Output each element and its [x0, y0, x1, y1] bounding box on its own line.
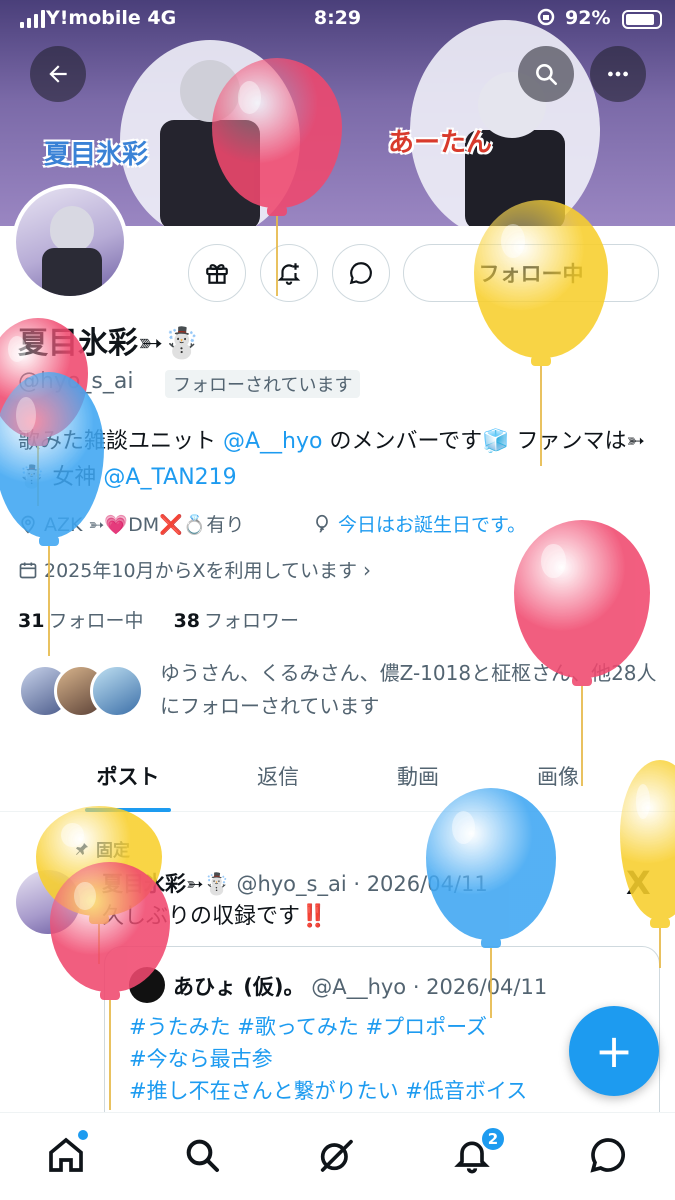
back-arrow-icon [49, 65, 67, 83]
hashtag-line[interactable]: #推し不在さんと繋がりたい #低音ボイス [129, 1075, 527, 1107]
search-icon [536, 64, 558, 86]
mutual-followers-avatars[interactable] [18, 664, 148, 720]
compose-button[interactable]: + [569, 1006, 659, 1096]
battery-percent: 92% [565, 7, 611, 29]
grok-icon [320, 1139, 353, 1172]
avatar-hair [50, 206, 94, 252]
birthday-row[interactable]: 今日はお誕生日です。 [312, 510, 526, 537]
message-icon [349, 262, 372, 285]
balloon [620, 760, 675, 972]
followers-label: フォロワー [204, 610, 300, 632]
home-icon [49, 1137, 83, 1172]
avatar-outfit [42, 248, 102, 296]
hashtag-line[interactable]: #今なら最古参 [129, 1043, 527, 1075]
followers-count: 38 [173, 610, 201, 632]
tab-posts[interactable]: ポスト [58, 740, 198, 812]
bio-mention-link[interactable]: @A_TAN219 [103, 465, 236, 490]
balloon [212, 58, 342, 300]
quote-hashtags: #うたみた #歌ってみた #プロポーズ #今なら最古参 #推し不在さんと繋がりた… [129, 1011, 527, 1107]
balloon [474, 200, 608, 470]
balloon [0, 372, 104, 660]
nav-grok[interactable] [314, 1133, 358, 1177]
profile-avatar[interactable] [12, 184, 128, 300]
bio-mention-link[interactable]: @A__hyo [223, 429, 322, 454]
banner-label-right: あーたん [388, 128, 493, 158]
home-unread-dot [78, 1130, 88, 1140]
more-button[interactable] [590, 46, 646, 102]
rotation-lock-icon [536, 7, 556, 32]
tab-replies[interactable]: 返信 [208, 740, 348, 812]
balloon [514, 520, 650, 790]
message-icon [590, 1138, 625, 1173]
nav-messages[interactable] [586, 1133, 630, 1177]
search-icon [186, 1139, 219, 1172]
balloon [50, 862, 170, 1114]
quote-author: あひょ (仮)。 [173, 975, 305, 999]
banner-label-left: 夏目氷彩 [44, 140, 149, 170]
more-dots-icon [608, 71, 628, 77]
avatar [90, 664, 144, 718]
status-bar: Y!mobile 4G 8:29 92% [0, 0, 675, 38]
notification-badge: 2 [480, 1126, 506, 1152]
followers-link[interactable]: 38 フォロワー [174, 610, 299, 632]
bottom-navigation [0, 1112, 675, 1200]
chevron-right-icon: › [362, 557, 371, 582]
balloon [426, 788, 556, 1022]
back-button[interactable] [30, 46, 86, 102]
birthday-text[interactable]: 今日はお誕生日です。 [338, 510, 526, 537]
follows-you-badge: フォローされています [165, 370, 361, 398]
nav-search[interactable] [180, 1133, 224, 1177]
search-button[interactable] [518, 46, 574, 102]
balloon-icon [316, 514, 328, 532]
battery-icon [622, 10, 662, 29]
